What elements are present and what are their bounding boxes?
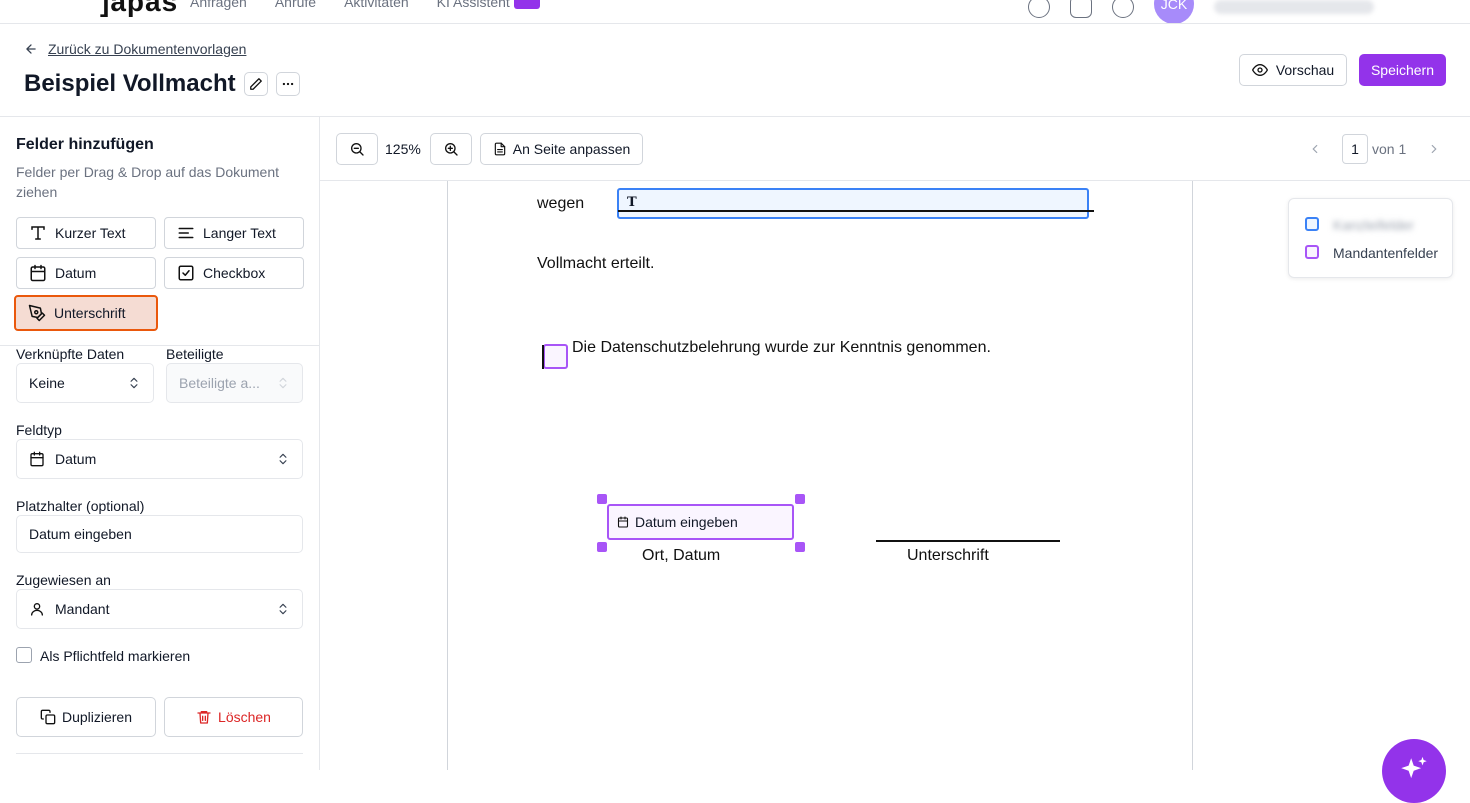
- text-align-left-icon: [178, 227, 194, 239]
- page-number-input[interactable]: 1: [1342, 134, 1368, 164]
- field-legend: Kanzleifelder Mandantenfelder: [1288, 198, 1453, 278]
- top-icons: JCK: [1028, 0, 1470, 23]
- duplicate-button[interactable]: Duplizieren: [16, 697, 156, 737]
- preview-button[interactable]: Vorschau: [1239, 54, 1347, 86]
- more-options-button[interactable]: [276, 72, 300, 96]
- legend-swatch-kanzlei: [1305, 217, 1319, 231]
- participants-select: Beteiligte a...: [166, 363, 303, 403]
- pen-tool-icon: [28, 304, 46, 322]
- add-checkbox-button[interactable]: Checkbox: [164, 257, 304, 289]
- assigned-label: Zugewiesen an: [16, 572, 111, 588]
- check-square-icon: [178, 265, 194, 281]
- calendar-icon: [30, 264, 46, 282]
- delete-button[interactable]: Löschen: [164, 697, 303, 737]
- zoom-in-icon: [445, 143, 458, 156]
- nav-link-anrufe[interactable]: Anrufe: [275, 0, 316, 10]
- resize-handle-bottom-right[interactable]: [795, 542, 805, 552]
- chevron-left-icon[interactable]: [1308, 142, 1322, 156]
- page-title: Beispiel Vollmacht: [24, 70, 236, 97]
- doc-underline-wegen: [618, 210, 1094, 212]
- assigned-select[interactable]: Mandant: [16, 589, 303, 629]
- trash-icon: [197, 711, 211, 724]
- sidebar-title: Felder hinzufügen: [16, 136, 154, 153]
- zoom-out-icon: [351, 143, 364, 156]
- zoom-in-button[interactable]: [430, 133, 472, 165]
- back-link-label: Zurück zu Dokumentenvorlagen: [48, 41, 247, 57]
- doc-checkbox-edge: [542, 345, 544, 369]
- linked-data-label: Verknüpfte Daten: [16, 346, 125, 362]
- user-icon: [31, 603, 43, 616]
- chevrons-up-down-icon: [130, 377, 138, 389]
- checkbox-field[interactable]: [543, 344, 568, 369]
- more-horizontal-icon: [282, 82, 294, 86]
- participants-label: Beteiligte: [166, 346, 224, 362]
- nav-link-aktivitaeten[interactable]: Aktivitäten: [344, 0, 409, 10]
- document-page: wegen T Vollmacht erteilt. Die Datenschu…: [447, 181, 1193, 770]
- type-icon: T: [627, 195, 637, 210]
- chevron-right-icon[interactable]: [1427, 142, 1441, 156]
- user-name-blurred: [1214, 0, 1374, 14]
- add-date-button[interactable]: Datum: [16, 257, 156, 289]
- legend-swatch-mandant: [1305, 245, 1319, 259]
- doc-text-vollmacht: Vollmacht erteilt.: [537, 255, 655, 272]
- app-logo[interactable]: ]apas: [100, 0, 178, 18]
- notification-icon[interactable]: [1070, 0, 1092, 18]
- legend-label-kanzlei: Kanzleifelder: [1333, 217, 1414, 233]
- linked-data-select[interactable]: Keine: [16, 363, 154, 403]
- resize-handle-top-left[interactable]: [597, 494, 607, 504]
- zoom-level: 125%: [385, 141, 421, 157]
- doc-text-ort-datum: Ort, Datum: [642, 547, 721, 564]
- zoom-out-button[interactable]: [336, 133, 378, 165]
- field-type-label: Feldtyp: [16, 422, 62, 438]
- doc-text-wegen: wegen: [537, 195, 585, 212]
- save-button[interactable]: Speichern: [1359, 54, 1446, 86]
- sidebar-description: Felder per Drag & Drop auf das Dokument …: [16, 164, 280, 200]
- field-type-select[interactable]: Datum: [16, 439, 303, 479]
- resize-handle-top-right[interactable]: [795, 494, 805, 504]
- type-icon: [31, 226, 45, 240]
- chevrons-up-down-icon: [279, 603, 287, 615]
- chevrons-up-down-icon: [279, 453, 287, 465]
- document-toolbar: 125% An Seite anpassen 1 von 1: [320, 117, 1470, 181]
- add-short-text-button[interactable]: Kurzer Text: [16, 217, 156, 249]
- nav-link-anfragen[interactable]: Anfragen: [190, 0, 247, 10]
- back-link[interactable]: Zurück zu Dokumentenvorlagen: [24, 41, 246, 57]
- required-label[interactable]: Als Pflichtfeld markieren: [40, 648, 190, 664]
- calendar-icon: [30, 451, 44, 467]
- sidebar-bottom-divider: [16, 753, 303, 754]
- legend-label-mandant: Mandantenfelder: [1333, 245, 1439, 261]
- fit-page-button[interactable]: An Seite anpassen: [480, 133, 643, 165]
- page-total: von 1: [1372, 141, 1407, 157]
- edit-title-button[interactable]: [244, 72, 268, 96]
- nav-links: Anfragen Anrufe Aktivitäten KI Assistent: [190, 0, 540, 10]
- top-navigation: ]apas Anfragen Anrufe Aktivitäten KI Ass…: [0, 0, 1470, 24]
- short-text-field[interactable]: T: [617, 188, 1089, 219]
- sidebar: Felder hinzufügen Felder per Drag & Drop…: [0, 117, 320, 770]
- copy-icon: [40, 709, 56, 725]
- add-signature-button[interactable]: Unterschrift: [14, 295, 158, 331]
- avatar[interactable]: JCK: [1154, 0, 1194, 23]
- add-long-text-button[interactable]: Langer Text: [164, 217, 304, 249]
- sparkles-icon: [1401, 756, 1427, 779]
- help-icon[interactable]: [1028, 0, 1050, 18]
- required-checkbox[interactable]: [16, 647, 32, 663]
- chevrons-up-down-icon: [279, 377, 287, 389]
- nav-link-ki-assistent[interactable]: KI Assistent: [437, 0, 540, 10]
- date-field[interactable]: Datum eingeben: [607, 504, 794, 540]
- arrow-left-icon: [26, 44, 36, 54]
- doc-text-datenschutz: Die Datenschutzbelehrung wurde zur Kennt…: [572, 339, 991, 356]
- file-icon: [494, 142, 505, 156]
- resize-handle-bottom-left[interactable]: [597, 542, 607, 552]
- new-badge: [513, 0, 540, 10]
- calendar-icon: [617, 516, 629, 528]
- doc-text-unterschrift: Unterschrift: [907, 547, 989, 564]
- doc-signature-line: [876, 540, 1060, 542]
- pencil-icon: [250, 78, 262, 90]
- ai-assistant-button[interactable]: [1382, 739, 1446, 803]
- eye-icon: [1251, 64, 1268, 76]
- placeholder-input[interactable]: Datum eingeben: [16, 515, 303, 553]
- settings-icon[interactable]: [1112, 0, 1134, 18]
- placeholder-label: Platzhalter (optional): [16, 498, 145, 514]
